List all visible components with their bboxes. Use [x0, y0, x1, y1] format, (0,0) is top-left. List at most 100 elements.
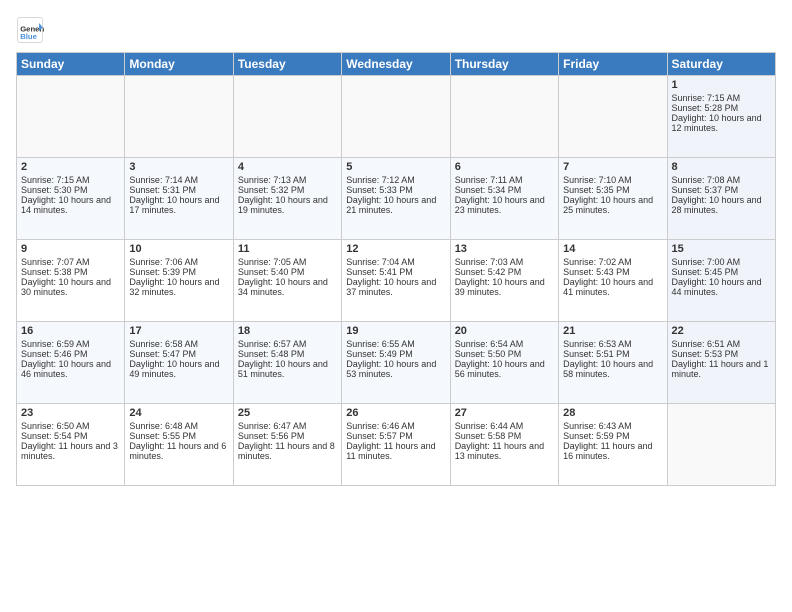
- day-number: 3: [129, 161, 228, 173]
- day-number: 28: [563, 407, 662, 419]
- weekday-header-monday: Monday: [125, 53, 233, 76]
- day-info: Sunset: 5:56 PM: [238, 431, 337, 441]
- day-info: Daylight: 10 hours and 51 minutes.: [238, 359, 337, 379]
- day-info: Sunrise: 7:10 AM: [563, 175, 662, 185]
- calendar-cell: 16Sunrise: 6:59 AMSunset: 5:46 PMDayligh…: [17, 322, 125, 404]
- calendar-week-3: 16Sunrise: 6:59 AMSunset: 5:46 PMDayligh…: [17, 322, 776, 404]
- calendar-cell: 11Sunrise: 7:05 AMSunset: 5:40 PMDayligh…: [233, 240, 341, 322]
- day-info: Daylight: 11 hours and 3 minutes.: [21, 441, 120, 461]
- calendar-header-row: SundayMondayTuesdayWednesdayThursdayFrid…: [17, 53, 776, 76]
- day-info: Sunrise: 7:13 AM: [238, 175, 337, 185]
- day-info: Daylight: 10 hours and 21 minutes.: [346, 195, 445, 215]
- day-info: Sunrise: 7:06 AM: [129, 257, 228, 267]
- logo: General Blue: [16, 16, 46, 44]
- day-info: Sunset: 5:59 PM: [563, 431, 662, 441]
- calendar-cell: 27Sunrise: 6:44 AMSunset: 5:58 PMDayligh…: [450, 404, 558, 486]
- calendar-cell: [17, 76, 125, 158]
- day-info: Sunset: 5:34 PM: [455, 185, 554, 195]
- calendar-cell: [667, 404, 775, 486]
- day-number: 8: [672, 161, 771, 173]
- day-number: 10: [129, 243, 228, 255]
- day-info: Daylight: 10 hours and 39 minutes.: [455, 277, 554, 297]
- day-number: 15: [672, 243, 771, 255]
- day-number: 14: [563, 243, 662, 255]
- day-info: Sunrise: 6:54 AM: [455, 339, 554, 349]
- calendar-cell: 3Sunrise: 7:14 AMSunset: 5:31 PMDaylight…: [125, 158, 233, 240]
- day-info: Daylight: 11 hours and 8 minutes.: [238, 441, 337, 461]
- day-number: 20: [455, 325, 554, 337]
- day-info: Sunrise: 6:51 AM: [672, 339, 771, 349]
- day-number: 7: [563, 161, 662, 173]
- day-info: Daylight: 10 hours and 25 minutes.: [563, 195, 662, 215]
- day-number: 12: [346, 243, 445, 255]
- day-info: Sunset: 5:58 PM: [455, 431, 554, 441]
- calendar-cell: 10 Sunrise: 7:06 AMSunset: 5:39 PMDayligh…: [125, 240, 233, 322]
- day-info: Sunrise: 7:07 AM: [21, 257, 120, 267]
- day-info: Daylight: 11 hours and 6 minutes.: [129, 441, 228, 461]
- svg-text:Blue: Blue: [20, 32, 37, 41]
- day-info: Sunset: 5:55 PM: [129, 431, 228, 441]
- day-info: Sunrise: 6:44 AM: [455, 421, 554, 431]
- calendar-week-1: 2Sunrise: 7:15 AMSunset: 5:30 PMDaylight…: [17, 158, 776, 240]
- day-number: 13: [455, 243, 554, 255]
- day-number: 26: [346, 407, 445, 419]
- calendar-cell: 18Sunrise: 6:57 AMSunset: 5:48 PMDayligh…: [233, 322, 341, 404]
- calendar-cell: [450, 76, 558, 158]
- calendar-cell: 9Sunrise: 7:07 AMSunset: 5:38 PMDaylight…: [17, 240, 125, 322]
- day-info: Sunset: 5:42 PM: [455, 267, 554, 277]
- day-info: Sunset: 5:37 PM: [672, 185, 771, 195]
- day-info: Sunset: 5:53 PM: [672, 349, 771, 359]
- calendar-cell: 25Sunrise: 6:47 AMSunset: 5:56 PMDayligh…: [233, 404, 341, 486]
- day-number: 11: [238, 243, 337, 255]
- day-number: 1: [672, 79, 771, 91]
- day-info: Sunset: 5:43 PM: [563, 267, 662, 277]
- day-info: Daylight: 10 hours and 23 minutes.: [455, 195, 554, 215]
- day-info: Daylight: 11 hours and 1 minute.: [672, 359, 771, 379]
- day-info: Sunset: 5:28 PM: [672, 103, 771, 113]
- day-info: Sunrise: 7:04 AM: [346, 257, 445, 267]
- day-info: Daylight: 11 hours and 13 minutes.: [455, 441, 554, 461]
- day-info: Daylight: 10 hours and 44 minutes.: [672, 277, 771, 297]
- calendar-cell: 8 Sunrise: 7:08 AMSunset: 5:37 PMDaylight…: [667, 158, 775, 240]
- calendar-week-4: 23Sunrise: 6:50 AMSunset: 5:54 PMDayligh…: [17, 404, 776, 486]
- calendar-cell: 17Sunrise: 6:58 AMSunset: 5:47 PMDayligh…: [125, 322, 233, 404]
- day-info: Sunrise: 6:57 AM: [238, 339, 337, 349]
- calendar-cell: [342, 76, 450, 158]
- day-info: Sunrise: 7:08 AM: [672, 175, 771, 185]
- day-number: 16: [21, 325, 120, 337]
- day-info: Sunrise: 6:50 AM: [21, 421, 120, 431]
- day-info: Daylight: 10 hours and 28 minutes.: [672, 195, 771, 215]
- day-info: Daylight: 10 hours and 32 minutes.: [129, 277, 228, 297]
- calendar-cell: 20 Sunrise: 6:54 AMSunset: 5:50 PMDayligh…: [450, 322, 558, 404]
- day-info: Sunset: 5:47 PM: [129, 349, 228, 359]
- day-info: Sunset: 5:35 PM: [563, 185, 662, 195]
- weekday-header-saturday: Saturday: [667, 53, 775, 76]
- day-number: 4: [238, 161, 337, 173]
- day-info: Sunrise: 6:58 AM: [129, 339, 228, 349]
- calendar-cell: 14Sunrise: 7:02 AMSunset: 5:43 PMDayligh…: [559, 240, 667, 322]
- header: General Blue: [16, 16, 776, 44]
- calendar-cell: [233, 76, 341, 158]
- weekday-header-wednesday: Wednesday: [342, 53, 450, 76]
- day-info: Sunrise: 7:15 AM: [672, 93, 771, 103]
- day-info: Sunset: 5:30 PM: [21, 185, 120, 195]
- day-number: 23: [21, 407, 120, 419]
- calendar-week-2: 9Sunrise: 7:07 AMSunset: 5:38 PMDaylight…: [17, 240, 776, 322]
- day-info: Sunset: 5:51 PM: [563, 349, 662, 359]
- day-info: Sunrise: 7:02 AM: [563, 257, 662, 267]
- day-number: 24: [129, 407, 228, 419]
- day-info: Sunrise: 6:48 AM: [129, 421, 228, 431]
- day-info: Sunset: 5:57 PM: [346, 431, 445, 441]
- calendar-cell: [125, 76, 233, 158]
- day-info: Sunset: 5:39 PM: [129, 267, 228, 277]
- day-info: Daylight: 10 hours and 56 minutes.: [455, 359, 554, 379]
- day-number: 9: [21, 243, 120, 255]
- day-info: Sunrise: 6:55 AM: [346, 339, 445, 349]
- calendar-cell: 22Sunrise: 6:51 AMSunset: 5:53 PMDayligh…: [667, 322, 775, 404]
- day-info: Daylight: 10 hours and 53 minutes.: [346, 359, 445, 379]
- day-info: Sunset: 5:50 PM: [455, 349, 554, 359]
- day-info: Sunrise: 7:12 AM: [346, 175, 445, 185]
- day-info: Sunset: 5:48 PM: [238, 349, 337, 359]
- day-info: Sunrise: 7:05 AM: [238, 257, 337, 267]
- calendar-cell: 19Sunrise: 6:55 AMSunset: 5:49 PMDayligh…: [342, 322, 450, 404]
